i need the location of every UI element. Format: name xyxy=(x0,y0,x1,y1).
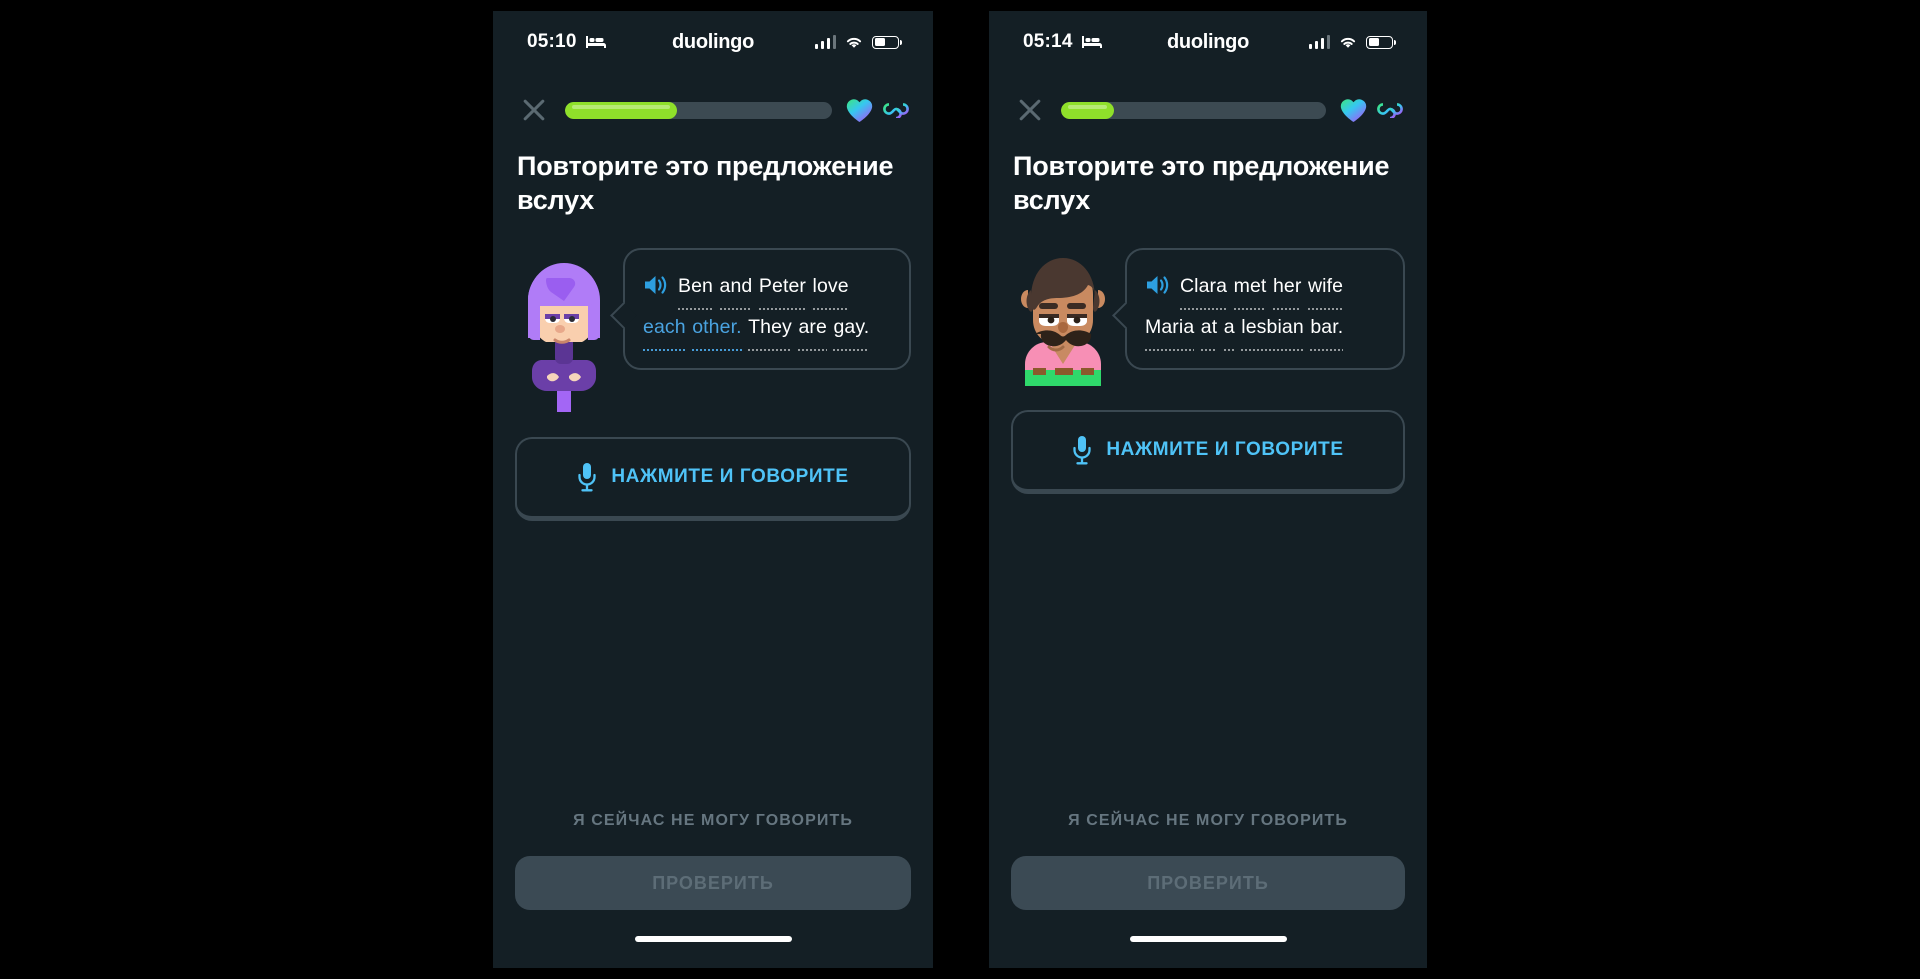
lily-avatar xyxy=(515,248,613,413)
home-indicator[interactable] xyxy=(1129,936,1287,942)
sentence-token[interactable]: and xyxy=(719,267,753,310)
phone-screen-right: 05:14 duolingo Повторите это предложение… xyxy=(989,11,1427,968)
gradient-heart-icon xyxy=(846,98,873,122)
press-and-speak-button[interactable]: НАЖМИТЕ И ГОВОРИТЕ xyxy=(1011,409,1405,494)
hearts-indicator[interactable] xyxy=(1340,98,1403,123)
sentence-tokens: Ben and Peter love each other. They are … xyxy=(643,275,869,351)
sentence-token[interactable]: Clara xyxy=(1180,267,1228,310)
infinity-icon xyxy=(1377,103,1403,118)
phone-screen-left: 05:10 duolingo Повторите это предложение… xyxy=(493,11,933,968)
sentence-text: Clara met her wife Maria at a lesbian ba… xyxy=(1145,267,1383,351)
cant-speak-now-button[interactable]: Я СЕЙЧАС НЕ МОГУ ГОВОРИТЬ xyxy=(493,812,933,856)
sentence-text: Ben and Peter love each other. They are … xyxy=(643,267,889,351)
sentence-token[interactable]: Maria xyxy=(1145,308,1195,351)
status-bar-left: 05:10 xyxy=(527,31,606,53)
sentence-token[interactable]: met xyxy=(1233,267,1267,310)
lesson-header xyxy=(989,73,1427,127)
status-bar-time: 05:10 xyxy=(527,31,577,52)
sentence-token[interactable]: Ben xyxy=(678,267,713,310)
cant-speak-now-button[interactable]: Я СЕЙЧАС НЕ МОГУ ГОВОРИТЬ xyxy=(989,812,1427,856)
sentence-token[interactable]: bar. xyxy=(1310,308,1344,351)
sentence-token[interactable]: wife xyxy=(1308,267,1344,310)
exercise-row: Ben and Peter love each other. They are … xyxy=(493,218,933,413)
screenshot-stage: 05:10 duolingo Повторите это предложение… xyxy=(0,0,1920,979)
check-button[interactable]: ПРОВЕРИТЬ xyxy=(515,856,911,910)
status-bar-left: 05:14 xyxy=(1023,31,1102,53)
press-and-speak-button[interactable]: НАЖМИТЕ И ГОВОРИТЕ xyxy=(515,436,911,521)
lesson-progress-fill xyxy=(1061,101,1114,119)
microphone-icon xyxy=(1073,436,1091,465)
status-bar: 05:14 duolingo xyxy=(989,11,1427,73)
press-and-speak-label: НАЖМИТЕ И ГОВОРИТЕ xyxy=(611,466,849,488)
exercise-row: Clara met her wife Maria at a lesbian ba… xyxy=(989,218,1427,386)
sentence-token[interactable]: love xyxy=(812,267,849,310)
battery-icon xyxy=(872,35,902,49)
lesson-progress-bar xyxy=(565,101,832,119)
sentence-token[interactable]: other. xyxy=(692,308,743,351)
wifi-icon xyxy=(1340,37,1356,48)
hearts-indicator[interactable] xyxy=(846,98,909,123)
speaker-volume-icon[interactable] xyxy=(643,274,669,296)
sentence-token[interactable]: They xyxy=(748,308,792,351)
gradient-heart-icon xyxy=(1340,98,1367,122)
close-x-icon[interactable] xyxy=(1013,93,1047,127)
status-bar-right xyxy=(1308,35,1396,49)
lesson-header xyxy=(493,73,933,127)
sentence-token[interactable]: a xyxy=(1223,308,1235,351)
press-and-speak-label: НАЖМИТЕ И ГОВОРИТЕ xyxy=(1106,439,1344,461)
cellular-signal-icon xyxy=(1308,35,1330,49)
check-button[interactable]: ПРОВЕРИТЬ xyxy=(1011,856,1405,910)
status-bar: 05:10 duolingo xyxy=(493,11,933,73)
page-title: Повторите это предложение вслух xyxy=(1013,151,1390,216)
speaker-volume-icon[interactable] xyxy=(1145,274,1171,296)
lesson-progress-bar xyxy=(1061,101,1326,119)
close-x-icon[interactable] xyxy=(517,93,551,127)
battery-icon xyxy=(1366,35,1396,49)
microphone-icon xyxy=(578,463,596,492)
sentence-bubble: Clara met her wife Maria at a lesbian ba… xyxy=(1125,247,1405,370)
home-indicator-area xyxy=(493,910,933,968)
sentence-token[interactable]: gay. xyxy=(833,308,869,351)
cellular-signal-icon xyxy=(814,35,836,49)
sentence-token[interactable]: at xyxy=(1200,308,1218,351)
status-bar-time: 05:14 xyxy=(1023,31,1073,52)
sentence-token[interactable]: Peter xyxy=(758,267,807,310)
bed-icon xyxy=(585,36,606,48)
bed-icon xyxy=(1081,36,1102,48)
status-bar-right xyxy=(814,35,902,49)
sentence-token[interactable]: her xyxy=(1272,267,1302,310)
sentence-tokens: Clara met her wife Maria at a lesbian ba… xyxy=(1145,275,1344,351)
sentence-bubble: Ben and Peter love each other. They are … xyxy=(623,247,911,370)
sentence-token[interactable]: each xyxy=(643,308,686,351)
sentence-token[interactable]: lesbian xyxy=(1241,308,1304,351)
sentence-token[interactable]: are xyxy=(798,308,828,351)
infinity-icon xyxy=(883,103,909,118)
lesson-progress-fill xyxy=(565,101,678,119)
zari-avatar xyxy=(1011,248,1115,386)
page-title: Повторите это предложение вслух xyxy=(517,151,894,216)
wifi-icon xyxy=(846,37,862,48)
home-indicator[interactable] xyxy=(634,936,792,942)
home-indicator-area xyxy=(989,910,1427,968)
